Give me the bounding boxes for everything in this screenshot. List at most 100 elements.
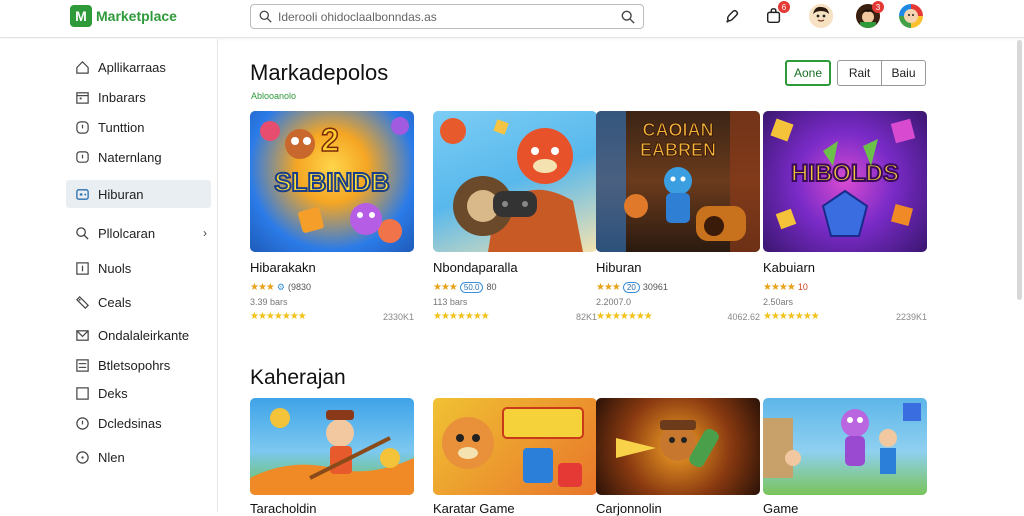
search-bar[interactable] [250, 4, 644, 29]
rating-row: ★★★ ⚙ (9830 [250, 281, 414, 293]
game-thumbnail[interactable]: 2 SLBINDB [250, 111, 414, 252]
sidebar-item-ceals[interactable]: Ceals [66, 288, 211, 316]
game-art-number: 2 [321, 122, 339, 158]
rating-row: ★★★★ 10 [763, 281, 927, 293]
sidebar-item-label: Tunttion [98, 119, 145, 135]
game-card[interactable]: 2 SLBINDB Hibarakakn ★★★ ⚙ (9830 3.39 ba… [250, 111, 414, 322]
profile-badge: 3 [872, 1, 884, 13]
filter-rait-button[interactable]: Rait [837, 60, 882, 86]
profile-avatar[interactable]: 3 [856, 1, 884, 28]
clock-icon [74, 119, 90, 135]
gamepad-icon [74, 186, 90, 202]
download-count: 2330K1 [382, 311, 414, 322]
sidebar-item-label: Ceals [98, 294, 132, 310]
search-input[interactable] [278, 9, 621, 24]
sidebar-item-dcledsinas[interactable]: Dcledsinas [66, 409, 211, 437]
review-count: 2.50ars [763, 297, 794, 307]
game-title[interactable]: Game [763, 501, 927, 516]
page-scrollbar[interactable] [1017, 40, 1022, 300]
sidebar-item-apllikarraas[interactable]: Apllikarraas [66, 53, 211, 81]
app-logo[interactable]: M Marketplace [70, 5, 177, 27]
game-thumbnail[interactable] [250, 398, 414, 495]
search-icon [259, 10, 272, 23]
game-card[interactable]: Karatar Game [433, 398, 597, 516]
sidebar-item-inbarars[interactable]: Inbarars [66, 83, 211, 111]
sidebar-item-label: Pllolcaran [98, 225, 156, 241]
sidebar-item-label: Inbarars [98, 89, 146, 105]
game-thumbnail[interactable]: HIBOLDS [763, 111, 927, 252]
filter-aone-button[interactable]: Aone [785, 60, 831, 86]
list-icon [74, 357, 90, 373]
review-count: 113 bars [433, 297, 468, 307]
game-card[interactable]: Carjonnolin [596, 398, 760, 516]
game-card[interactable]: HIBOLDS Kabuiarn ★★★★ 10 2.50ars ★★★★★★★… [763, 111, 927, 322]
sidebar-item-label: Deks [98, 385, 128, 401]
chevron-right-icon[interactable]: › [203, 226, 207, 240]
cart-badge: 6 [778, 1, 790, 13]
search-icon [74, 225, 90, 241]
sidebar-item-label: Nlen [98, 449, 125, 465]
price-pill: 20 [622, 281, 640, 293]
marketplace-logo-icon: M [70, 5, 92, 27]
sidebar-item-nuols[interactable]: Nuols [66, 254, 211, 282]
star-rating-icon: ★★★ [250, 281, 275, 293]
review-count: 3.39 bars [250, 297, 288, 307]
app-name: Marketplace [96, 8, 177, 24]
shield-icon [74, 415, 90, 431]
game-card[interactable]: CAOIAN EABREN Hiburan ★★★ 20 30961 2.200… [596, 111, 760, 322]
star-rating-icon: ★★★ [433, 281, 458, 293]
game-card[interactable]: Game [763, 398, 927, 516]
sidebar-item-label: Hiburan [98, 186, 144, 202]
sidebar: Apllikarraas Inbarars Tunttion Naternlan… [0, 39, 218, 512]
app-menu-icon[interactable] [899, 4, 923, 28]
game-thumbnail[interactable] [763, 398, 927, 495]
square-icon [74, 385, 90, 401]
game-title[interactable]: Karatar Game [433, 501, 597, 516]
game-art-title: SLBINDB [274, 167, 390, 197]
price-pill: 50.0 [459, 281, 484, 293]
sidebar-item-ondalaleirkante[interactable]: Ondalaleirkante [66, 321, 211, 349]
filter-baiu-button[interactable]: Baiu [882, 60, 926, 86]
star-rating-icon: ★★★★★★★ [250, 311, 307, 322]
sidebar-item-btletsopohrs[interactable]: Btletsopohrs [66, 351, 211, 379]
game-title[interactable]: Nbondaparalla [433, 260, 597, 275]
home-icon [74, 59, 90, 75]
tag-icon: ⚙ [276, 281, 285, 292]
game-art-title: EABREN [640, 140, 716, 160]
notification-bell-icon[interactable] [720, 4, 744, 28]
game-title[interactable]: Taracholdin [250, 501, 414, 516]
user-avatar[interactable] [809, 4, 833, 28]
game-title[interactable]: Hiburan [596, 260, 760, 275]
game-thumbnail[interactable] [433, 398, 597, 495]
game-title[interactable]: Carjonnolin [596, 501, 760, 516]
sidebar-item-pllolcaran[interactable]: Pllolcaran › [66, 219, 211, 247]
rating-count: 30961 [642, 282, 668, 292]
game-thumbnail[interactable]: CAOIAN EABREN [596, 111, 760, 252]
game-thumbnail[interactable] [433, 111, 597, 252]
rating-count: 80 [486, 282, 497, 292]
game-thumbnail[interactable] [596, 398, 760, 495]
info-icon [74, 449, 90, 465]
sidebar-item-hiburan[interactable]: Hiburan [66, 180, 211, 208]
sidebar-item-tunttion[interactable]: Tunttion [66, 113, 211, 141]
star-rating-icon: ★★★★★★★ [596, 311, 653, 322]
search-submit-icon[interactable] [621, 10, 635, 24]
sidebar-item-deks[interactable]: Deks [66, 379, 211, 407]
game-title[interactable]: Kabuiarn [763, 260, 927, 275]
game-title[interactable]: Hibarakakn [250, 260, 414, 275]
sidebar-item-naternlang[interactable]: Naternlang [66, 143, 211, 171]
mail-icon [74, 327, 90, 343]
star-rating-icon: ★★★ [596, 281, 621, 293]
game-card[interactable]: Taracholdin [250, 398, 414, 516]
star-rating-icon: ★★★★★★★ [763, 311, 820, 322]
sidebar-item-label: Ondalaleirkante [98, 327, 190, 343]
sidebar-item-nlen[interactable]: Nlen [66, 443, 211, 471]
sidebar-item-label: Naternlang [98, 149, 162, 165]
chat-icon [74, 149, 90, 165]
rating-row: ★★★ 20 30961 [596, 281, 760, 293]
image-icon [74, 260, 90, 276]
cart-icon[interactable]: 6 [762, 1, 790, 28]
game-card[interactable]: Nbondaparalla ★★★ 50.0 80 113 bars ★★★★★… [433, 111, 597, 322]
review-count: 2.2007.0 [596, 297, 632, 307]
game-art-title-top: CAOIAN [643, 120, 714, 140]
